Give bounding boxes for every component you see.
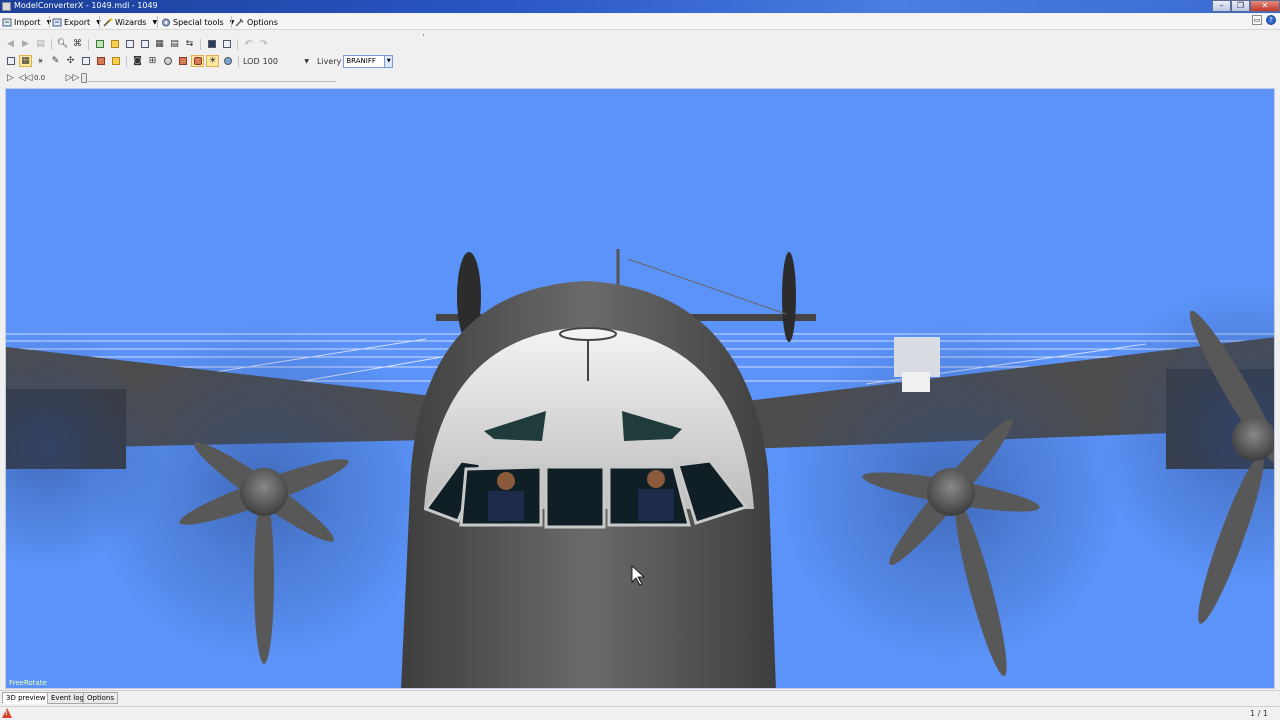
animation-slider[interactable] [81, 72, 336, 84]
livery-label: Livery [317, 56, 342, 66]
warning-icon[interactable]: ! [2, 708, 12, 718]
livery-select[interactable]: BRANIFF ▼ [343, 54, 394, 68]
menu-import-label: Import [14, 17, 41, 27]
menu-divider [49, 16, 50, 28]
texture-icon[interactable] [94, 55, 107, 67]
copy-icon[interactable] [123, 38, 136, 50]
divider-mark [423, 34, 424, 36]
menu-options-label: Options [247, 17, 278, 27]
animation-toolbar: ▷ ◁◁ 0.0 ▷▷ [4, 71, 336, 85]
livery-value: BRANIFF [346, 57, 376, 65]
navigation-toolbar: ◀ ▶ ▤ 🔍︎ ⌘ ▦ ▤ ⇆ ↶ ↷ [4, 37, 270, 51]
redo-icon[interactable]: ↷ [257, 38, 270, 50]
tools-icon[interactable]: ✣ [64, 55, 77, 67]
lod-label: LOD [243, 56, 260, 66]
minimize-button[interactable]: – [1212, 0, 1231, 12]
gear-icon [162, 18, 170, 26]
grid-icon[interactable]: ▦ [19, 55, 32, 67]
menu-divider [99, 16, 100, 28]
render-icon[interactable] [191, 55, 204, 67]
menu-bar: Import ▼ Export ▼ Wizards ▼ Special tool… [0, 14, 1280, 30]
view-mode-label: FreeRotate [9, 679, 47, 687]
object-list-icon[interactable]: ▤ [168, 38, 181, 50]
bones-icon[interactable]: ⚹ [34, 55, 47, 67]
lod-selector[interactable]: LOD 100 ▼ [243, 57, 309, 66]
page-icon[interactable]: ▤ [34, 38, 47, 50]
slider-handle[interactable] [81, 73, 87, 83]
undo-icon[interactable]: ↶ [242, 38, 255, 50]
menu-options[interactable]: Options [235, 16, 278, 28]
sun-icon[interactable]: ☀ [206, 55, 219, 67]
aircraft-render [6, 249, 1274, 688]
model-converter-window: ModelConverterX - 1049.mdl - 1049 – ❐ ✕ … [0, 0, 1280, 720]
tab-3d-preview[interactable]: 3D preview [2, 692, 50, 704]
close-button[interactable]: ✕ [1250, 0, 1280, 12]
page-count: 1 / 1 [1250, 709, 1268, 718]
3d-viewport[interactable]: FreeRotate [5, 88, 1275, 689]
restore-button[interactable]: ❐ [1231, 0, 1250, 12]
status-bar: ! 1 / 1 [0, 706, 1280, 720]
menu-import[interactable]: Import ▼ [2, 16, 51, 28]
help-icon[interactable]: ? [1266, 15, 1276, 25]
window-title: ModelConverterX - 1049.mdl - 1049 [14, 1, 158, 10]
play-icon[interactable]: ▷ [4, 72, 17, 84]
image-icon[interactable] [138, 38, 151, 50]
menu-divider [231, 16, 232, 28]
attach-icon[interactable]: ⇆ [183, 38, 196, 50]
app-icon [2, 2, 11, 11]
menu-special-tools-label: Special tools [173, 17, 224, 27]
menu-special-tools[interactable]: Special tools ▼ [161, 16, 234, 28]
globe-icon[interactable] [221, 55, 234, 67]
menu-divider [157, 16, 158, 28]
tab-options[interactable]: Options [83, 692, 119, 704]
view-toolbar: ▦ ⚹ ✎ ✣ ◙ ⊞ ☀ LOD 100 ▼ Livery BRANIFF ▼ [4, 54, 394, 68]
shading-icon[interactable] [176, 55, 189, 67]
film-icon[interactable]: ▦ [153, 38, 166, 50]
slider-rail [81, 81, 336, 82]
lod-dropdown-icon: ▼ [304, 57, 309, 65]
camera-icon[interactable]: ◙ [131, 55, 144, 67]
livery-dropdown-icon[interactable]: ▼ [384, 55, 393, 67]
material-editor-icon[interactable] [93, 38, 106, 50]
menu-export-label: Export [64, 17, 91, 27]
screen-icon[interactable] [205, 38, 218, 50]
fit-view-icon[interactable] [4, 55, 17, 67]
zoom-icon[interactable]: 🔍︎ [56, 38, 69, 50]
maximize-pane-icon[interactable]: ▭ [1252, 15, 1262, 25]
title-bar: ModelConverterX - 1049.mdl - 1049 – ❐ ✕ [0, 0, 1280, 13]
rewind-icon[interactable]: ◁◁ [19, 72, 33, 84]
wrench-icon [235, 18, 244, 26]
menu-export[interactable]: Export ▼ [52, 16, 101, 28]
light-icon[interactable] [109, 55, 122, 67]
lod-value: 100 [262, 56, 278, 66]
fast-forward-icon[interactable]: ▷▷ [66, 72, 80, 84]
export-icon [52, 18, 62, 26]
menu-wizards[interactable]: Wizards ▼ [103, 16, 157, 28]
sphere-icon[interactable] [161, 55, 174, 67]
bottom-tabs: 3D preview Event log Options [0, 690, 1280, 705]
menu-wizards-label: Wizards [115, 17, 147, 27]
mesh-icon[interactable]: ⊞ [146, 55, 159, 67]
import-icon [2, 18, 12, 26]
wand-icon [103, 17, 113, 27]
tab-event-log[interactable]: Event log [47, 692, 88, 704]
forward-icon[interactable]: ▶ [19, 38, 32, 50]
wireframe-icon[interactable] [79, 55, 92, 67]
texture-editor-icon[interactable] [108, 38, 121, 50]
list-icon[interactable] [220, 38, 233, 50]
animation-time: 0.0 [34, 74, 46, 82]
back-icon[interactable]: ◀ [4, 38, 17, 50]
hierarchy-icon[interactable]: ⌘ [71, 38, 84, 50]
pencil-icon[interactable]: ✎ [49, 55, 62, 67]
